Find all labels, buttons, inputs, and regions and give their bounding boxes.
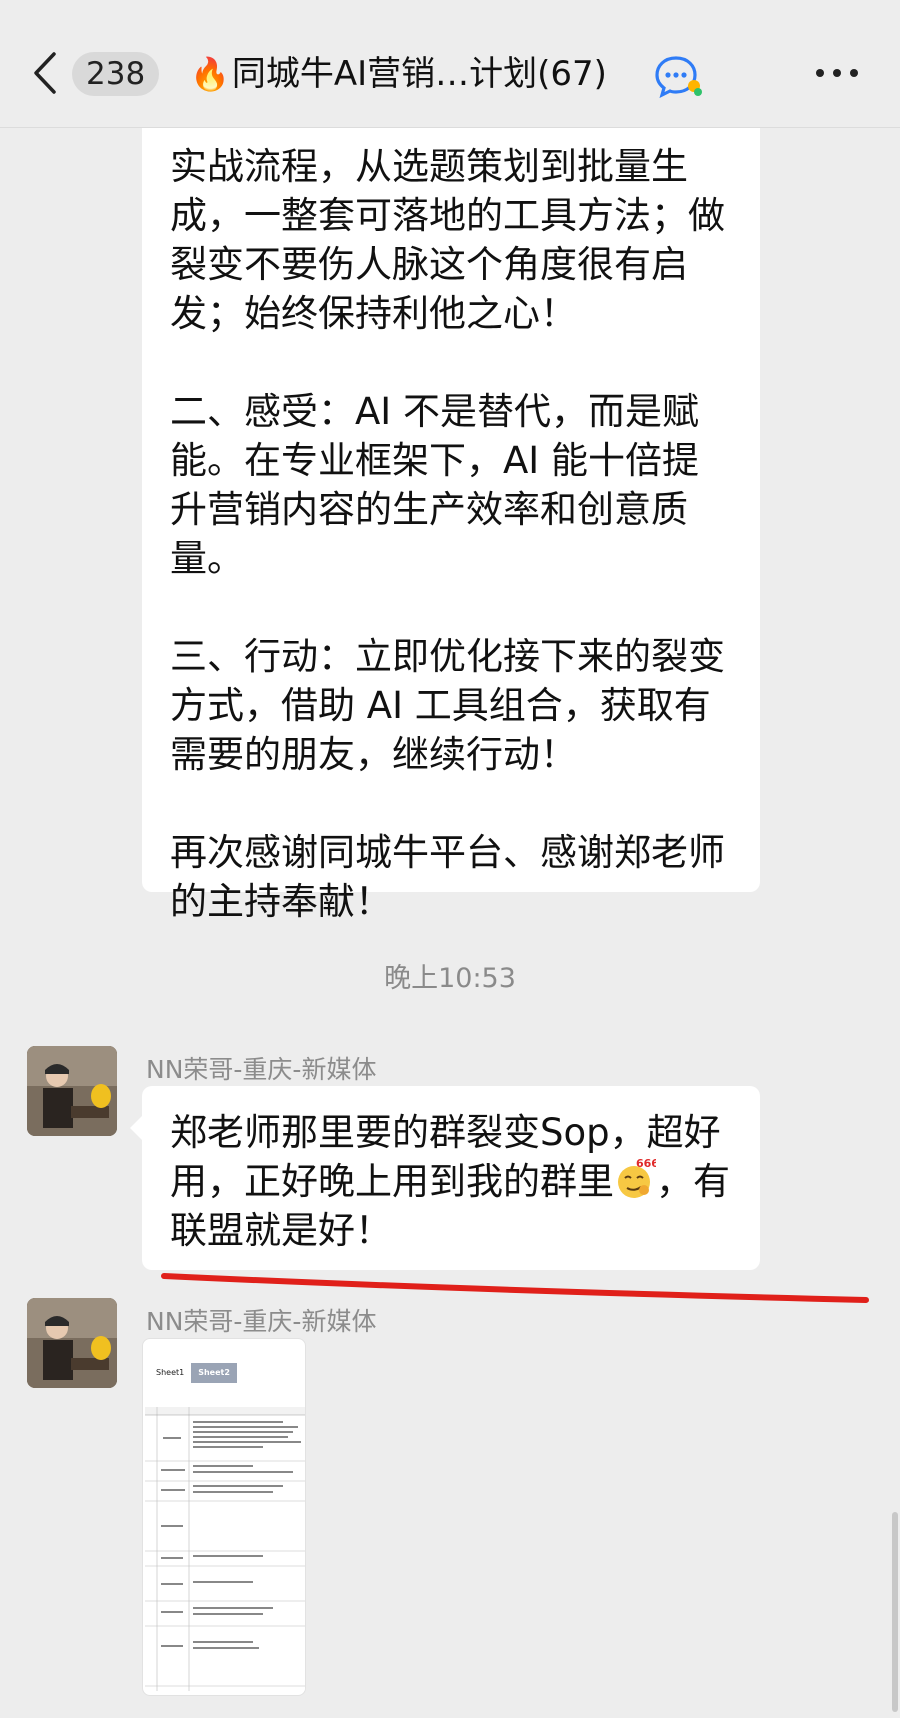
- chat-title-text: 同城牛AI营销…计划(67): [231, 54, 607, 94]
- bubble-tail: [130, 1116, 142, 1140]
- sheet-tab-2: Sheet2: [191, 1363, 237, 1383]
- svg-text:666: 666: [636, 1158, 656, 1170]
- chat-title[interactable]: 🔥同城牛AI营销…计划(67): [190, 48, 607, 100]
- avatar[interactable]: [27, 1046, 117, 1136]
- fire-emoji-icon: 🔥: [190, 55, 230, 93]
- scrollbar[interactable]: [892, 1512, 898, 1712]
- back-arrow-icon[interactable]: [30, 50, 60, 96]
- chat-header: 238 🔥同城牛AI营销…计划(67): [0, 0, 900, 128]
- sheet-tabs: Sheet1 Sheet2: [149, 1363, 237, 1383]
- feedback-paragraph-2: 二、感受：AI 不是替代，而是赋能。在专业框架下，AI 能十倍提升营销内容的生产…: [170, 390, 699, 580]
- feedback-paragraph-1: 实战流程，从选题策划到批量生成，一整套可落地的工具方法；做裂变不要伤人脉这个角度…: [170, 145, 725, 335]
- unread-count-badge[interactable]: 238: [72, 52, 160, 96]
- smug-666-emoji-icon: 666: [614, 1157, 659, 1200]
- feedback-paragraph-4: 再次感谢同城牛平台、感谢郑老师的主持奉献！: [170, 831, 725, 923]
- avatar-photo: [27, 1046, 117, 1136]
- sender-name: NN荣哥-重庆-新媒体: [146, 1055, 377, 1084]
- sender-name: NN荣哥-重庆-新媒体: [146, 1307, 377, 1336]
- avatar-photo: [27, 1298, 117, 1388]
- sheet-tab-1: Sheet1: [156, 1368, 185, 1377]
- more-options-icon[interactable]: [814, 66, 860, 80]
- group-chat-icon[interactable]: [654, 54, 704, 98]
- message-bubble-feedback[interactable]: 实战流程，从选题策划到批量生成，一整套可落地的工具方法；做裂变不要伤人脉这个角度…: [142, 100, 760, 923]
- message-timestamp: 晚上10:53: [384, 963, 516, 994]
- message-bubble-sop[interactable]: 郑老师那里要的群裂变Sop，超好用，正好晚上用到我的群里 666 ，有联盟就是好…: [130, 1086, 760, 1270]
- spreadsheet-image-message[interactable]: Sheet1 Sheet2: [142, 1338, 306, 1696]
- feedback-paragraph-3: 三、行动：立即优化接下来的裂变方式，借助 AI 工具组合，获取有需要的朋友，继续…: [170, 635, 725, 776]
- spreadsheet-grid: [145, 1401, 305, 1691]
- avatar[interactable]: [27, 1298, 117, 1388]
